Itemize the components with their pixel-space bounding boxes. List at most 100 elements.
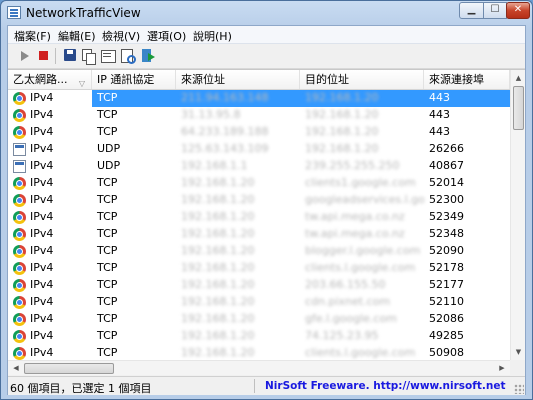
horizontal-scrollbar[interactable]: ◀ ▶ — [8, 360, 510, 375]
window-title: NetworkTrafficView — [26, 6, 141, 20]
table-row[interactable]: IPv4 TCP 192.168.1.20 tw.api.mega.co.nz 5234… — [8, 226, 510, 243]
horizontal-scroll-thumb[interactable] — [24, 363, 114, 374]
minimize-button[interactable]: ▁ — [459, 2, 484, 19]
list-header: 乙太網路... ▽ IP 通訊協定 來源位址 目的位址 來源連接埠 — [8, 70, 510, 90]
cell-source-address: 192.168.1.20 — [181, 329, 255, 342]
column-header-destination[interactable]: 目的位址 — [300, 70, 424, 89]
cell-protocol: UDP — [97, 159, 121, 172]
cell-ethernet: IPv4 — [8, 294, 92, 311]
cell-protocol: TCP — [97, 125, 118, 138]
column-header-ethernet[interactable]: 乙太網路... ▽ — [8, 70, 92, 89]
cell-protocol: TCP — [97, 108, 118, 121]
exit-icon[interactable] — [139, 47, 157, 65]
table-row[interactable]: IPv4 TCP 192.168.1.20 clients1.google.com 52… — [8, 175, 510, 192]
scroll-right-icon[interactable]: ▶ — [495, 362, 509, 375]
table-row[interactable]: IPv4 TCP 64.233.189.188 192.168.1.20 443 — [8, 124, 510, 141]
save-icon[interactable] — [61, 47, 79, 65]
table-row[interactable]: IPv4 TCP 192.168.1.20 blogger.l.google.com 5… — [8, 243, 510, 260]
copy-icon[interactable] — [80, 47, 98, 65]
maximize-button[interactable]: ☐ — [483, 2, 507, 19]
scroll-left-icon[interactable]: ◀ — [9, 362, 23, 375]
cell-source-port: 52090 — [429, 244, 464, 257]
ethernet-value: IPv4 — [30, 346, 54, 359]
menu-edit[interactable]: 編輯(E) — [58, 28, 96, 44]
chrome-icon — [13, 313, 26, 326]
app-icon — [13, 143, 26, 156]
menu-view[interactable]: 檢視(V) — [102, 28, 140, 44]
menu-help[interactable]: 說明(H) — [193, 28, 232, 44]
cell-source-address: 192.168.1.20 — [181, 312, 255, 325]
chrome-icon — [13, 279, 26, 292]
ethernet-value: IPv4 — [30, 108, 54, 121]
resize-grip-icon[interactable] — [514, 384, 524, 394]
menu-file[interactable]: 檔案(F) — [14, 28, 51, 44]
table-row[interactable]: IPv4 TCP 192.168.1.20 203.66.155.50 52177 — [8, 277, 510, 294]
cell-source-address: 192.168.1.20 — [181, 278, 255, 291]
traffic-list[interactable]: 乙太網路... ▽ IP 通訊協定 來源位址 目的位址 來源連接埠 IPv4 TC… — [8, 69, 525, 375]
nirsoft-link[interactable]: NirSoft Freeware. http://www.nirsoft.net — [265, 380, 505, 392]
status-count: 60 個項目，已選定 1 個項目 — [10, 382, 152, 395]
menu-bar: 檔案(F) 編輯(E) 檢視(V) 選項(O) 說明(H) — [8, 26, 525, 44]
cell-protocol: TCP — [97, 261, 118, 274]
find-icon[interactable] — [119, 47, 137, 65]
ethernet-value: IPv4 — [30, 295, 54, 308]
cell-source-address: 64.233.189.188 — [181, 125, 269, 138]
title-bar[interactable]: NetworkTrafficView ▁ ☐ ✕ — [1, 1, 532, 25]
cell-source-port: 40867 — [429, 159, 464, 172]
scroll-up-icon[interactable]: ▲ — [512, 71, 525, 85]
properties-icon[interactable] — [99, 47, 117, 65]
chrome-icon — [13, 245, 26, 258]
ethernet-value: IPv4 — [30, 329, 54, 342]
app-icon — [7, 6, 21, 19]
column-header-protocol[interactable]: IP 通訊協定 — [92, 70, 176, 89]
vertical-scrollbar[interactable]: ▲ ▼ — [510, 70, 525, 360]
ethernet-value: IPv4 — [30, 244, 54, 257]
cell-source-address: 192.168.1.20 — [181, 295, 255, 308]
play-icon[interactable] — [16, 47, 34, 65]
ethernet-value: IPv4 — [30, 227, 54, 240]
table-row[interactable]: IPv4 TCP 192.168.1.20 gfe.l.google.com 52086 — [8, 311, 510, 328]
cell-ethernet: IPv4 — [8, 226, 92, 243]
cell-protocol: TCP — [97, 278, 118, 291]
cell-protocol: TCP — [97, 244, 118, 257]
chrome-icon — [13, 177, 26, 190]
cell-protocol: TCP — [97, 91, 118, 104]
cell-ethernet: IPv4 — [8, 277, 92, 294]
table-row[interactable]: IPv4 TCP 192.168.1.20 tw.api.mega.co.nz 5234… — [8, 209, 510, 226]
table-row[interactable]: IPv4 TCP 192.168.1.20 clients.l.google.com 5… — [8, 260, 510, 277]
ethernet-value: IPv4 — [30, 210, 54, 223]
stop-icon[interactable] — [35, 47, 53, 65]
cell-ethernet: IPv4 — [8, 311, 92, 328]
menu-options[interactable]: 選項(O) — [147, 28, 186, 44]
cell-source-port: 52349 — [429, 210, 464, 223]
table-row[interactable]: IPv4 TCP 192.168.1.20 74.125.23.95 49285 — [8, 328, 510, 345]
cell-source-port: 443 — [429, 125, 450, 138]
cell-ethernet: IPv4 — [8, 90, 92, 107]
vertical-scroll-thumb[interactable] — [513, 86, 524, 130]
cell-source-port: 52348 — [429, 227, 464, 240]
scroll-down-icon[interactable]: ▼ — [512, 345, 525, 359]
cell-ethernet: IPv4 — [8, 260, 92, 277]
cell-ethernet: IPv4 — [8, 141, 92, 158]
table-row[interactable]: IPv4 UDP 125.63.143.109 192.168.1.20 26266 — [8, 141, 510, 158]
cell-ethernet: IPv4 — [8, 328, 92, 345]
cell-source-port: 26266 — [429, 142, 464, 155]
ethernet-value: IPv4 — [30, 261, 54, 274]
chrome-icon — [13, 211, 26, 224]
cell-destination-address: clients.l.google.com — [305, 261, 416, 274]
close-button[interactable]: ✕ — [506, 2, 530, 19]
table-row[interactable]: IPv4 TCP 192.168.1.20 googleadservices.l.go… — [8, 192, 510, 209]
cell-destination-address: 192.168.1.20 — [305, 142, 379, 155]
table-row[interactable]: IPv4 TCP 192.168.1.20 cdn.pixnet.com 52110 — [8, 294, 510, 311]
cell-ethernet: IPv4 — [8, 107, 92, 124]
table-row[interactable]: IPv4 TCP 211.94.163.148 192.168.1.20 443 — [8, 90, 510, 107]
table-row[interactable]: IPv4 UDP 192.168.1.1 239.255.255.250 40867 — [8, 158, 510, 175]
chrome-icon — [13, 330, 26, 343]
cell-protocol: UDP — [97, 142, 121, 155]
ethernet-value: IPv4 — [30, 125, 54, 138]
cell-source-address: 192.168.1.20 — [181, 193, 255, 206]
table-row[interactable]: IPv4 TCP 31.13.95.8 192.168.1.20 443 — [8, 107, 510, 124]
cell-source-address: 192.168.1.20 — [181, 227, 255, 240]
column-header-source[interactable]: 來源位址 — [176, 70, 300, 89]
column-header-source-port[interactable]: 來源連接埠 — [424, 70, 510, 89]
